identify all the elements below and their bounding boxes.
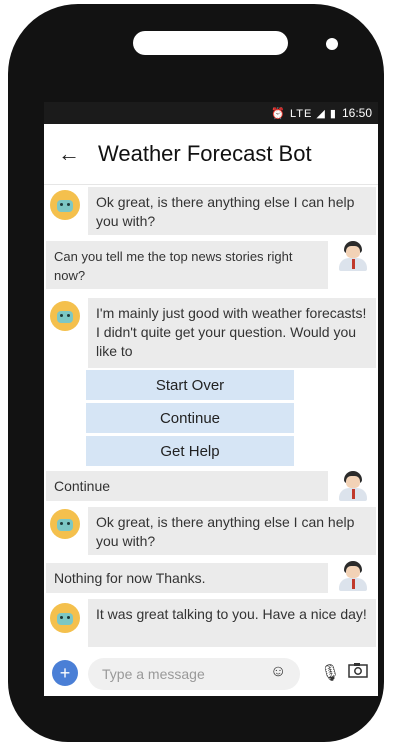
bot-avatar: [50, 603, 80, 633]
bot-message: I'm mainly just good with weather foreca…: [88, 298, 376, 368]
message-input[interactable]: Type a message: [88, 658, 300, 690]
app-bar: ← Weather Forecast Bot: [44, 124, 378, 185]
emoji-icon[interactable]: ☺: [270, 663, 286, 681]
phone-frame: ⏰ LTE ◢ ▮ 16:50 ← Weather Forecast Bot O…: [8, 4, 384, 742]
bot-message: It was great talking to you. Have a nice…: [88, 599, 376, 647]
bot-face-icon: [57, 613, 73, 625]
phone-speaker: [133, 31, 288, 55]
bot-face-icon: [57, 311, 73, 323]
phone-camera: [326, 38, 338, 50]
user-message: Continue: [46, 471, 328, 501]
back-arrow-icon[interactable]: ←: [58, 143, 80, 165]
option-continue-button[interactable]: Continue: [86, 403, 294, 433]
add-icon[interactable]: +: [52, 660, 78, 686]
bot-avatar: [50, 301, 80, 331]
user-message: Nothing for now Thanks.: [46, 563, 328, 593]
bot-avatar: [50, 509, 80, 539]
bot-face-icon: [57, 200, 73, 212]
microphone-icon[interactable]: 🎙: [320, 663, 340, 683]
status-bar: ⏰ LTE ◢ ▮ 16:50: [44, 102, 378, 124]
screen: ⏰ LTE ◢ ▮ 16:50 ← Weather Forecast Bot O…: [44, 102, 378, 696]
message-composer: + Type a message ☺ 🎙: [44, 650, 378, 696]
option-get-help-button[interactable]: Get Help: [86, 436, 294, 466]
page-title: Weather Forecast Bot: [98, 141, 312, 166]
user-avatar: [336, 241, 370, 271]
status-icons: ⏰ LTE ◢ ▮: [271, 107, 337, 120]
camera-icon[interactable]: [348, 662, 368, 683]
bot-message: Ok great, is there anything else I can h…: [88, 507, 376, 555]
bot-avatar: [50, 190, 80, 220]
user-avatar: [336, 471, 370, 501]
status-time: 16:50: [341, 106, 372, 120]
user-avatar: [336, 561, 370, 591]
option-start-over-button[interactable]: Start Over: [86, 370, 294, 400]
bot-message: Ok great, is there anything else I can h…: [88, 187, 376, 235]
user-message: Can you tell me the top news stories rig…: [46, 241, 328, 289]
bot-face-icon: [57, 519, 73, 531]
